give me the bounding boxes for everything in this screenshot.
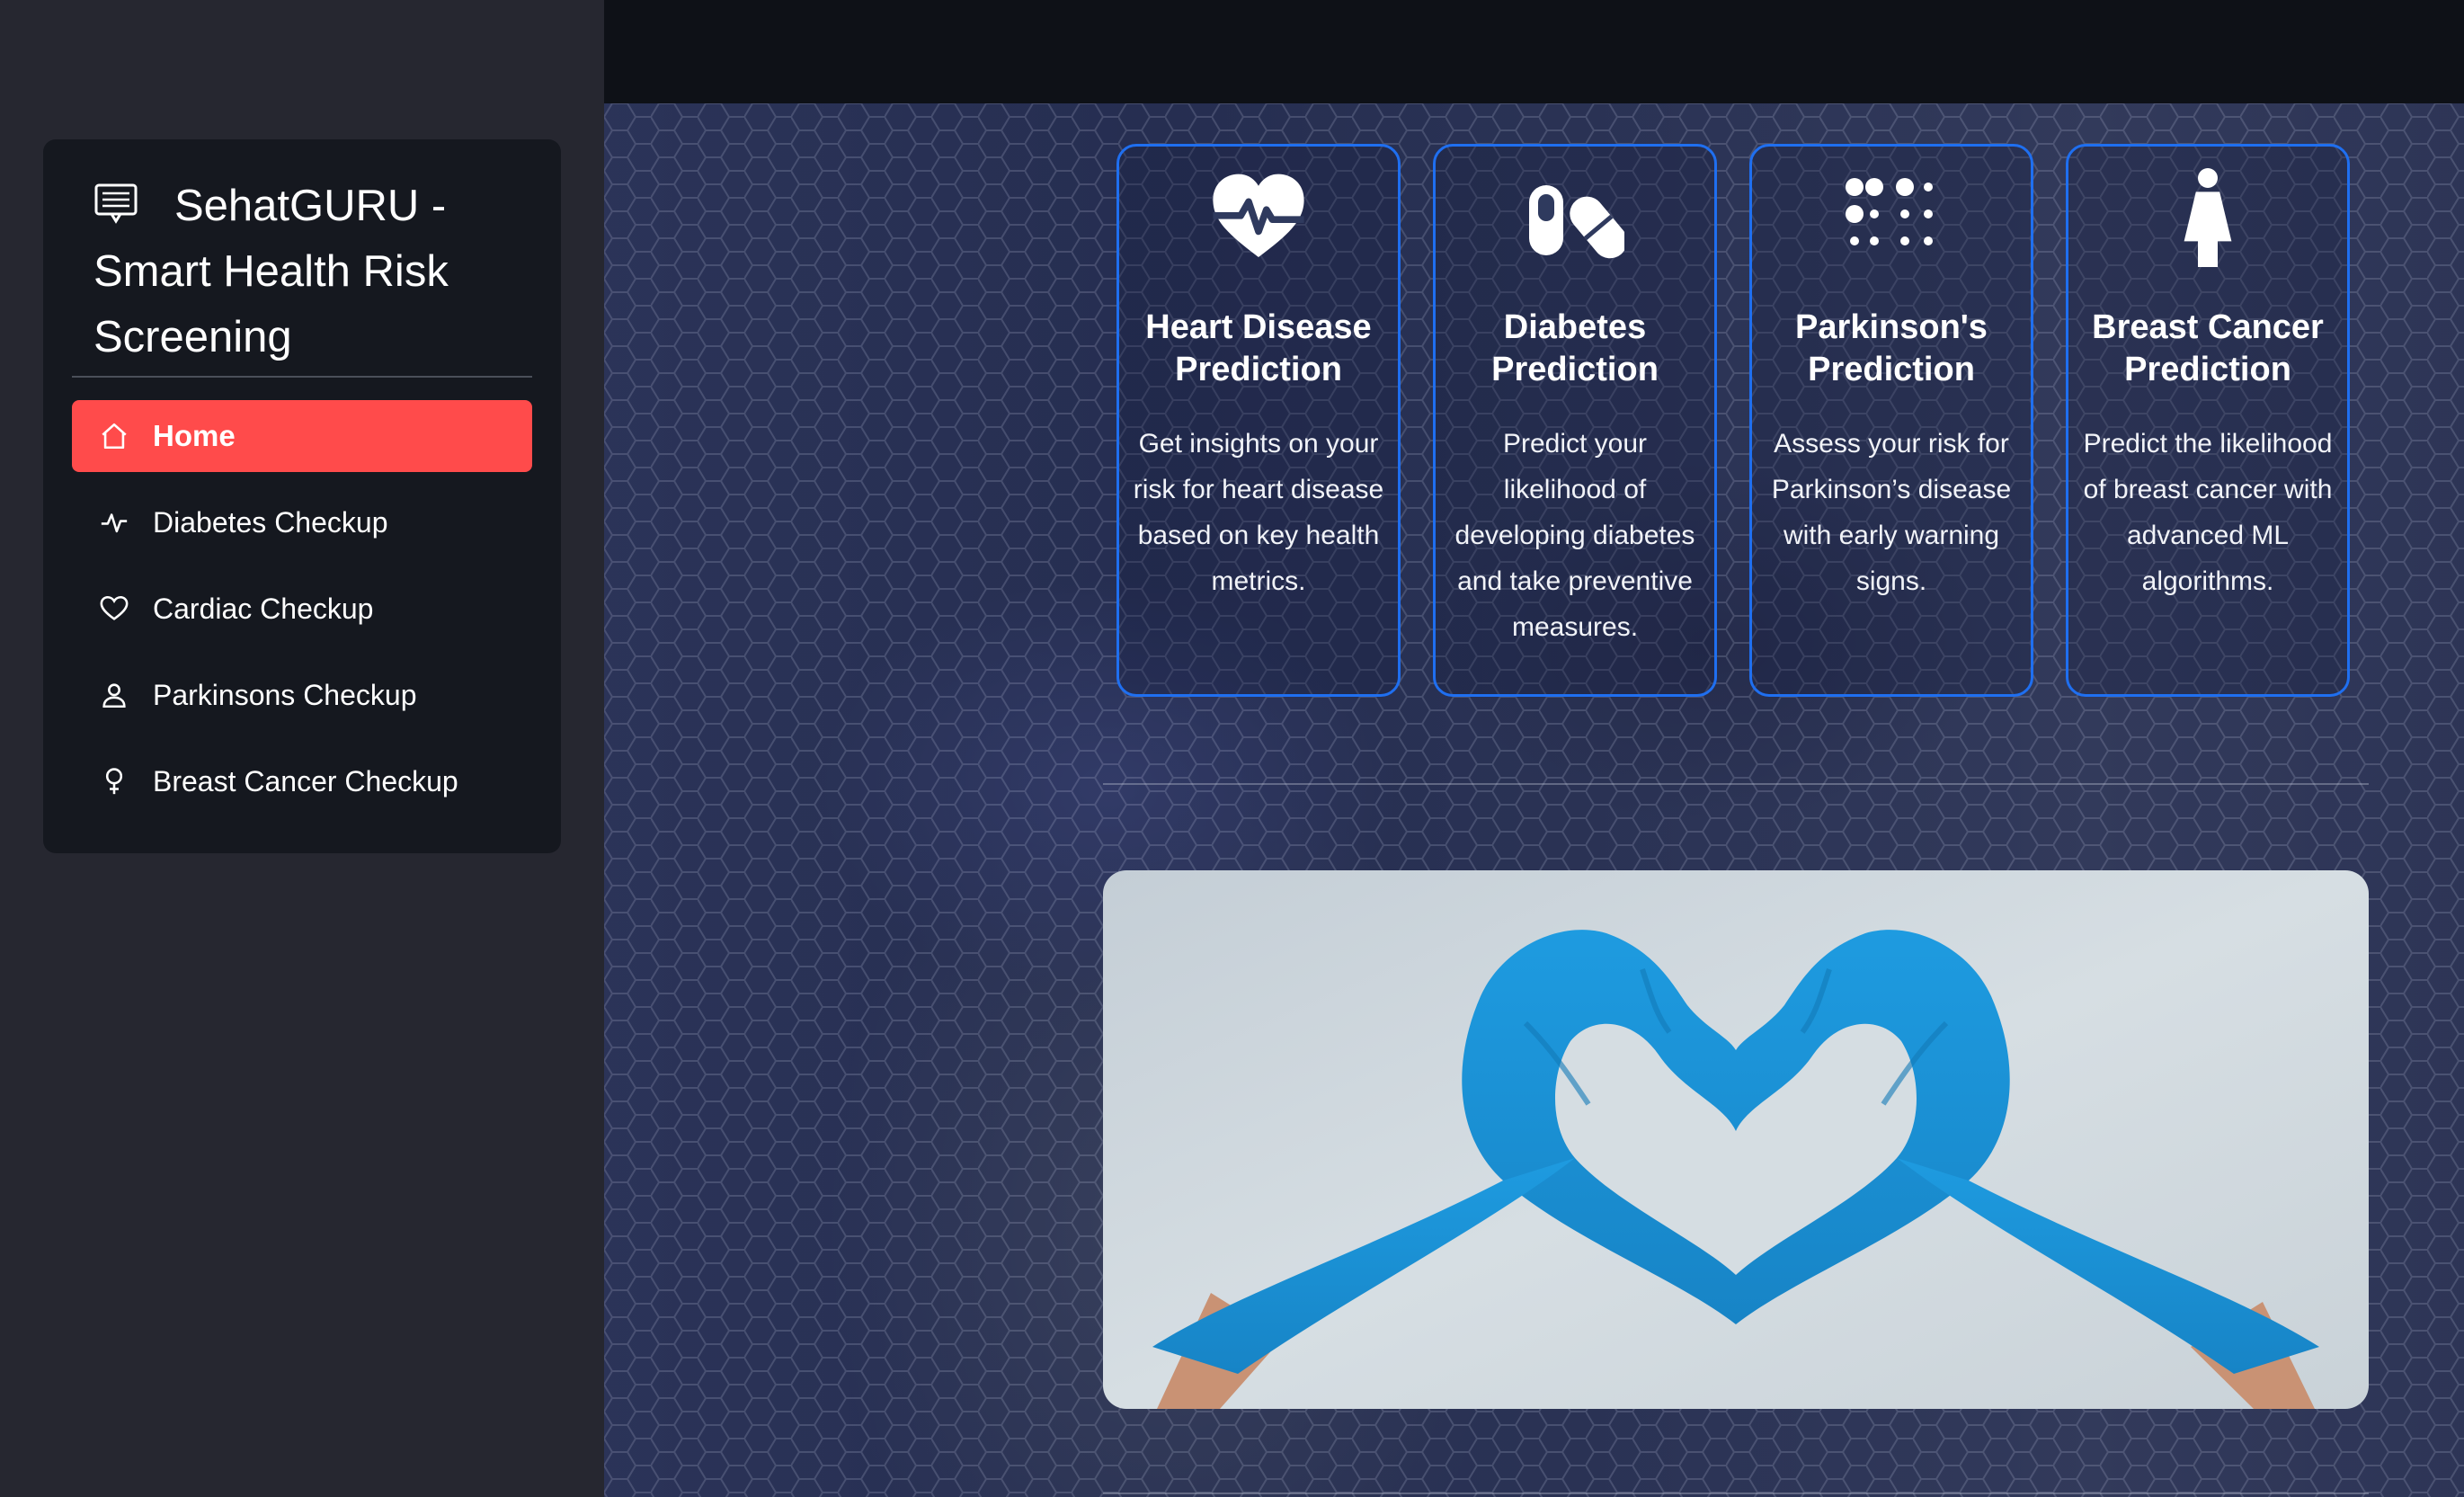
pills-icon bbox=[1526, 168, 1628, 267]
menu-item-cardiac-checkup[interactable]: Cardiac Checkup bbox=[72, 573, 532, 645]
heart-icon bbox=[99, 593, 129, 624]
menu-item-label: Cardiac Checkup bbox=[153, 592, 374, 625]
heart-pulse-icon bbox=[1209, 168, 1308, 267]
app-logo-icon bbox=[93, 183, 138, 224]
card-description: Predict your likelihood of developing di… bbox=[1454, 429, 1695, 642]
card-description: Get insights on your risk for heart dise… bbox=[1133, 429, 1384, 596]
menu-item-label: Parkinsons Checkup bbox=[153, 678, 417, 711]
card-heart-disease[interactable]: Heart Disease Prediction Get insights on… bbox=[1116, 144, 1401, 697]
menu-item-diabetes-checkup[interactable]: Diabetes Checkup bbox=[72, 486, 532, 558]
menu-divider bbox=[72, 376, 532, 378]
card-title: Breast Cancer Prediction bbox=[2092, 308, 2324, 388]
card-description: Assess your risk for Parkinson’s disease… bbox=[1771, 429, 2012, 596]
activity-icon bbox=[99, 507, 129, 538]
card-title: Parkinson's Prediction bbox=[1795, 308, 1988, 388]
top-header-bar bbox=[604, 0, 2464, 103]
card-parkinsons[interactable]: Parkinson's Prediction Assess your risk … bbox=[1749, 144, 2033, 697]
menu-header: SehatGURU - Smart Health Risk Screening bbox=[93, 174, 534, 370]
sidebar: SehatGURU - Smart Health Risk Screening … bbox=[0, 0, 604, 1497]
menu-item-label: Breast Cancer Checkup bbox=[153, 764, 458, 798]
person-icon bbox=[99, 680, 129, 710]
card-diabetes[interactable]: Diabetes Prediction Predict your likelih… bbox=[1433, 144, 1717, 697]
menu-item-parkinsons-checkup[interactable]: Parkinsons Checkup bbox=[72, 659, 532, 731]
section-divider bbox=[1103, 783, 2369, 785]
app-title: SehatGURU - Smart Health Risk Screening bbox=[93, 182, 449, 361]
home-icon bbox=[99, 421, 129, 451]
hero-heart-gloves-image bbox=[1103, 870, 2369, 1409]
menu-item-breast-cancer-checkup[interactable]: Breast Cancer Checkup bbox=[72, 745, 532, 817]
female-symbol-icon bbox=[99, 766, 129, 797]
menu-item-label: Diabetes Checkup bbox=[153, 505, 388, 539]
prediction-cards: Heart Disease Prediction Get insights on… bbox=[1116, 144, 2391, 697]
menu-list: Home Diabetes Checkup Cardiac Checkup Pa… bbox=[72, 400, 532, 832]
female-figure-icon bbox=[2158, 168, 2257, 267]
section-divider-bottom bbox=[1103, 1493, 2369, 1494]
main-content: Heart Disease Prediction Get insights on… bbox=[604, 0, 2464, 1497]
menu-item-label: Home bbox=[153, 419, 236, 452]
card-description: Predict the likelihood of breast cancer … bbox=[2083, 429, 2333, 596]
navigation-menu: SehatGURU - Smart Health Risk Screening … bbox=[43, 139, 561, 853]
menu-item-home[interactable]: Home bbox=[72, 400, 532, 472]
dots-braille-icon bbox=[1842, 168, 1941, 267]
card-title: Heart Disease Prediction bbox=[1145, 308, 1372, 388]
card-title: Diabetes Prediction bbox=[1491, 308, 1659, 388]
card-breast-cancer[interactable]: Breast Cancer Prediction Predict the lik… bbox=[2066, 144, 2350, 697]
